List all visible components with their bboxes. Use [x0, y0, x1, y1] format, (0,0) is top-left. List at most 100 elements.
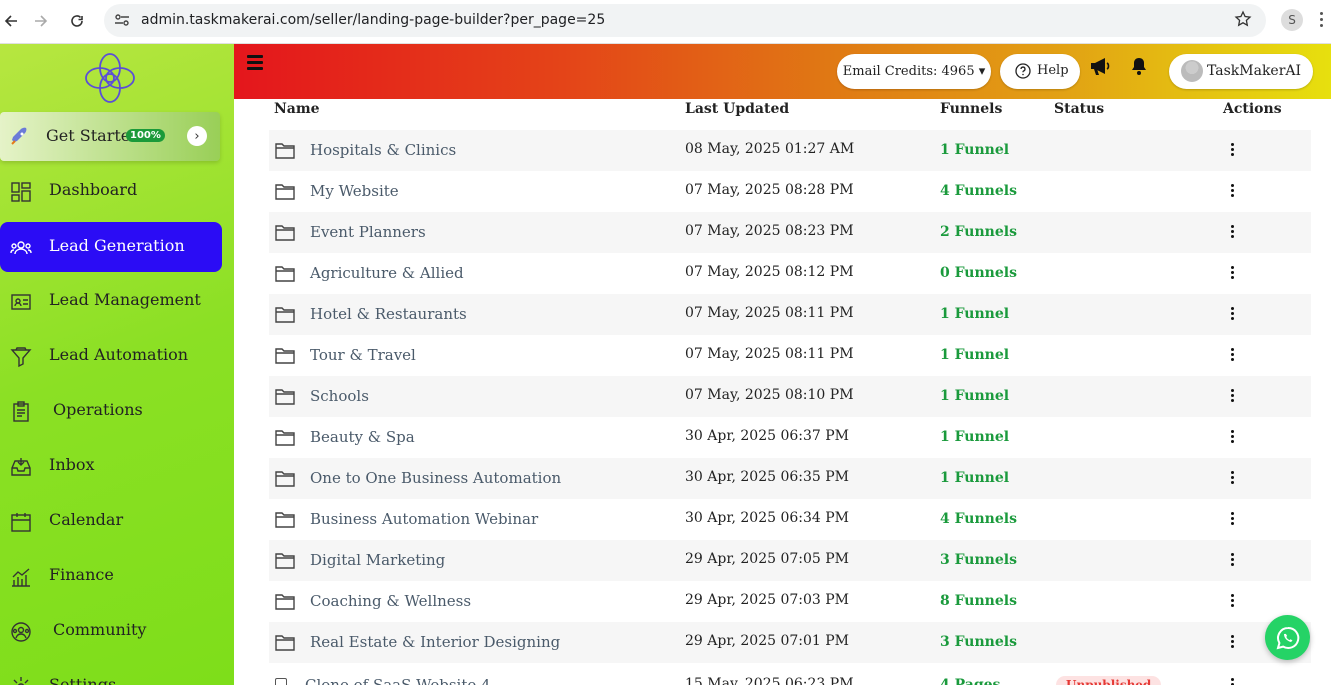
row-funnel-count[interactable]: 1 Funnel	[940, 388, 1009, 404]
row-name[interactable]: My Website	[310, 182, 399, 200]
table-row[interactable]: Real Estate & Interior Designing 29 Apr, …	[269, 622, 1311, 663]
row-name[interactable]: Business Automation Webinar	[310, 510, 538, 528]
row-name[interactable]: Clone of SaaS Website 4	[305, 676, 491, 685]
row-name[interactable]: Schools	[310, 387, 369, 405]
row-last-updated: 15 May, 2025 06:23 PM	[685, 676, 854, 685]
row-name[interactable]: Real Estate & Interior Designing	[310, 633, 560, 651]
logo[interactable]	[82, 50, 138, 106]
row-funnel-count[interactable]: 2 Funnels	[940, 224, 1017, 240]
table-row[interactable]: My Website 07 May, 2025 08:28 PM 4 Funnels	[269, 171, 1311, 212]
row-actions-menu-icon[interactable]	[1231, 307, 1235, 322]
row-actions-menu-icon[interactable]	[1231, 635, 1235, 650]
sidebar-item-community[interactable]: Community	[0, 606, 222, 656]
row-name[interactable]: Coaching & Wellness	[310, 592, 471, 610]
row-name[interactable]: One to One Business Automation	[310, 469, 561, 487]
sidebar-item-label: Operations	[53, 400, 143, 419]
row-actions-menu-icon[interactable]	[1231, 594, 1235, 609]
row-actions-menu-icon[interactable]	[1231, 512, 1235, 527]
user-name: TaskMakerAI	[1207, 63, 1302, 79]
megaphone-icon[interactable]	[1089, 55, 1111, 81]
table-row[interactable]: Clone of SaaS Website 4 15 May, 2025 06:…	[269, 665, 1311, 685]
folder-icon	[275, 346, 295, 368]
row-funnel-count[interactable]: 0 Funnels	[940, 265, 1017, 281]
reload-icon[interactable]	[66, 10, 88, 32]
row-actions-menu-icon[interactable]	[1231, 348, 1235, 363]
row-name[interactable]: Beauty & Spa	[310, 428, 415, 446]
email-credits-dropdown[interactable]: Email Credits: 4965 ▾	[837, 54, 991, 89]
row-actions-menu-icon[interactable]	[1231, 266, 1235, 281]
sidebar-item-finance[interactable]: Finance	[0, 551, 222, 601]
site-settings-icon[interactable]	[114, 12, 130, 32]
address-bar[interactable]: admin.taskmakerai.com/seller/landing-pag…	[104, 4, 1266, 37]
table-row[interactable]: Digital Marketing 29 Apr, 2025 07:05 PM 3 …	[269, 540, 1311, 581]
chevron-right-icon[interactable]: ›	[187, 126, 207, 146]
row-actions-menu-icon[interactable]	[1231, 143, 1235, 158]
folder-icon	[275, 141, 295, 163]
row-funnel-count[interactable]: 4 Funnels	[940, 511, 1017, 527]
row-name[interactable]: Agriculture & Allied	[310, 264, 464, 282]
row-actions-menu-icon[interactable]	[1231, 430, 1235, 445]
row-funnel-count[interactable]: 1 Funnel	[940, 306, 1009, 322]
notification-bell-icon[interactable]	[1129, 56, 1149, 80]
folder-icon	[275, 510, 295, 532]
table-row[interactable]: Hotel & Restaurants 07 May, 2025 08:11 PM…	[269, 294, 1311, 335]
sidebar-item-calendar[interactable]: Calendar	[0, 496, 222, 546]
folder-icon	[275, 551, 295, 573]
row-funnel-count[interactable]: 1 Funnel	[940, 347, 1009, 363]
row-funnel-count[interactable]: 4 Funnels	[940, 183, 1017, 199]
bookmark-star-icon[interactable]	[1234, 10, 1252, 32]
row-count[interactable]: 4 Pages	[940, 677, 1000, 685]
sidebar-item-settings[interactable]: Settings	[0, 661, 222, 685]
sidebar-item-label: Settings	[49, 675, 117, 685]
row-name[interactable]: Digital Marketing	[310, 551, 445, 569]
sidebar-item-inbox[interactable]: Inbox	[0, 441, 222, 491]
row-name[interactable]: Event Planners	[310, 223, 426, 241]
folder-icon	[275, 428, 295, 450]
whatsapp-chat-button[interactable]	[1265, 615, 1310, 660]
hamburger-menu-icon[interactable]	[247, 55, 263, 73]
row-funnel-count[interactable]: 1 Funnel	[940, 470, 1009, 486]
table-row[interactable]: One to One Business Automation 30 Apr, 20…	[269, 458, 1311, 499]
inbox-icon	[10, 456, 32, 478]
sidebar-item-dashboard[interactable]: Dashboard	[0, 166, 222, 216]
row-name[interactable]: Tour & Travel	[310, 346, 416, 364]
row-funnel-count[interactable]: 3 Funnels	[940, 634, 1017, 650]
clipboard-icon	[10, 401, 32, 423]
row-name[interactable]: Hospitals & Clinics	[310, 141, 456, 159]
rocket-icon	[10, 126, 30, 150]
sidebar-item-label: Inbox	[49, 455, 95, 474]
row-funnel-count[interactable]: 8 Funnels	[940, 593, 1017, 609]
table-row[interactable]: Schools 07 May, 2025 08:10 PM 1 Funnel	[269, 376, 1311, 417]
table-row[interactable]: Event Planners 07 May, 2025 08:23 PM 2 Fun…	[269, 212, 1311, 253]
get-started-card[interactable]: Get Started 100% ›	[0, 112, 220, 161]
table-row[interactable]: Agriculture & Allied 07 May, 2025 08:12 P…	[269, 253, 1311, 294]
table-row[interactable]: Business Automation Webinar 30 Apr, 2025 …	[269, 499, 1311, 540]
row-actions-menu-icon[interactable]	[1231, 389, 1235, 404]
row-actions-menu-icon[interactable]	[1231, 184, 1235, 199]
help-button[interactable]: Help	[1000, 54, 1080, 89]
back-icon[interactable]	[0, 10, 22, 32]
row-name[interactable]: Hotel & Restaurants	[310, 305, 467, 323]
table-row[interactable]: Tour & Travel 07 May, 2025 08:11 PM 1 Funn…	[269, 335, 1311, 376]
browser-menu-icon[interactable]	[1320, 12, 1324, 30]
sidebar-item-operations[interactable]: Operations	[0, 386, 222, 436]
row-funnel-count[interactable]: 3 Funnels	[940, 552, 1017, 568]
row-checkbox[interactable]	[275, 678, 287, 685]
table-row[interactable]: Coaching & Wellness 29 Apr, 2025 07:03 PM…	[269, 581, 1311, 622]
forward-icon[interactable]	[30, 10, 52, 32]
browser-toolbar: admin.taskmakerai.com/seller/landing-pag…	[0, 0, 1331, 44]
sidebar-item-lead-generation[interactable]: Lead Generation	[0, 222, 222, 272]
row-funnel-count[interactable]: 1 Funnel	[940, 142, 1009, 158]
table-row[interactable]: Hospitals & Clinics 08 May, 2025 01:27 AM…	[269, 130, 1311, 171]
sidebar-item-lead-automation[interactable]: Lead Automation	[0, 331, 222, 381]
row-actions-menu-icon[interactable]	[1231, 471, 1235, 486]
row-actions-menu-icon[interactable]	[1231, 553, 1235, 568]
user-menu[interactable]: TaskMakerAI	[1169, 54, 1313, 89]
row-actions-menu-icon[interactable]	[1231, 225, 1235, 240]
row-funnel-count[interactable]: 1 Funnel	[940, 429, 1009, 445]
row-actions-menu-icon[interactable]	[1231, 678, 1235, 685]
sidebar-item-lead-management[interactable]: Lead Management	[0, 276, 222, 326]
table-row[interactable]: Beauty & Spa 30 Apr, 2025 06:37 PM 1 Funne…	[269, 417, 1311, 458]
funnel-icon	[10, 346, 32, 368]
profile-avatar[interactable]: S	[1281, 9, 1303, 31]
